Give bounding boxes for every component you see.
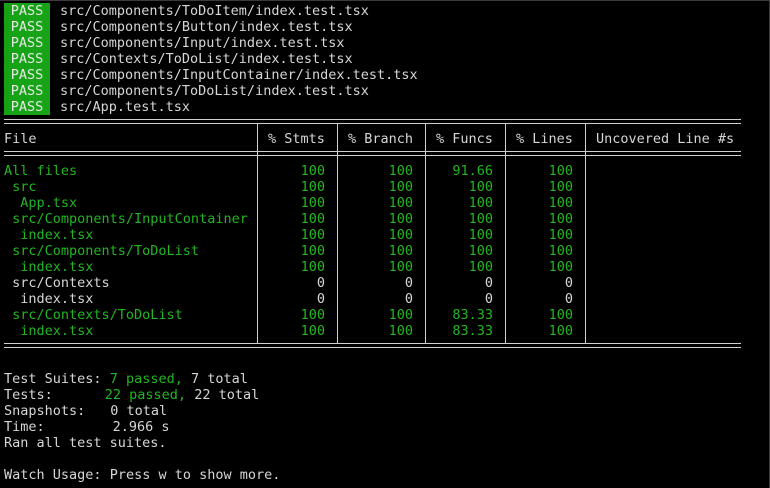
coverage-lines: 100 [548, 179, 573, 195]
pass-badge: PASS [4, 3, 50, 19]
tests-passed: 22 passed, [104, 387, 187, 403]
test-file-path: src/Contexts/ToDoList/index.test.tsx [60, 51, 353, 67]
column-header[interactable]: File [4, 131, 37, 147]
coverage-branch: 100 [388, 195, 413, 211]
coverage-branch: 0 [404, 275, 413, 291]
pass-badge: PASS [4, 99, 50, 115]
test-file-path: src/Components/Button/index.test.tsx [60, 19, 353, 35]
coverage-lines: 100 [548, 243, 573, 259]
coverage-file: src/Components/ToDoList [4, 243, 200, 259]
coverage-funcs: 100 [468, 227, 493, 243]
coverage-file: index.tsx [4, 227, 94, 243]
coverage-file: index.tsx [4, 259, 94, 275]
coverage-branch: 0 [404, 291, 413, 307]
column-header[interactable]: % Stmts [268, 131, 325, 147]
coverage-lines: 100 [548, 259, 573, 275]
column-divider [585, 123, 586, 343]
coverage-lines: 100 [548, 307, 573, 323]
coverage-branch: 100 [388, 307, 413, 323]
summary-time: Time: 2.966 s [4, 419, 170, 435]
coverage-branch: 100 [388, 243, 413, 259]
coverage-funcs: 100 [468, 259, 493, 275]
coverage-lines: 100 [548, 227, 573, 243]
test-file-path: src/App.test.tsx [60, 99, 191, 115]
suites-label: Test Suites: [4, 371, 102, 387]
coverage-stmts: 100 [300, 259, 325, 275]
column-divider [337, 123, 338, 343]
column-header[interactable]: Uncovered Line #s [596, 131, 734, 147]
coverage-branch: 100 [388, 227, 413, 243]
snapshots-label: Snapshots: [4, 403, 86, 419]
coverage-branch: 100 [388, 323, 413, 339]
coverage-lines: 0 [564, 291, 573, 307]
suites-passed: 7 passed, [109, 371, 183, 387]
coverage-lines: 0 [564, 275, 573, 291]
test-file-path: src/Components/InputContainer/index.test… [60, 67, 418, 83]
coverage-funcs: 83.33 [452, 323, 493, 339]
pass-badge: PASS [4, 67, 50, 83]
time-label: Time: [4, 419, 45, 435]
suites-total: 7 total [190, 371, 248, 387]
coverage-funcs: 0 [484, 291, 493, 307]
coverage-funcs: 100 [468, 211, 493, 227]
coverage-funcs: 100 [468, 179, 493, 195]
coverage-file: index.tsx [4, 291, 94, 307]
snapshots-value: 0 total [110, 403, 168, 419]
coverage-stmts: 0 [316, 291, 325, 307]
summary-suites: Test Suites: 7 passed, 7 total [4, 371, 248, 387]
coverage-file: All files [4, 163, 78, 179]
coverage-stmts: 100 [300, 179, 325, 195]
coverage-stmts: 100 [300, 307, 325, 323]
coverage-stmts: 100 [300, 195, 325, 211]
coverage-funcs: 83.33 [452, 307, 493, 323]
coverage-lines: 100 [548, 163, 573, 179]
tests-total: 22 total [194, 387, 260, 403]
tests-label: Tests: [4, 387, 53, 403]
coverage-stmts: 100 [300, 163, 325, 179]
coverage-funcs: 0 [484, 275, 493, 291]
coverage-file: index.tsx [4, 323, 94, 339]
coverage-lines: 100 [548, 195, 573, 211]
coverage-lines: 100 [548, 211, 573, 227]
coverage-stmts: 0 [316, 275, 325, 291]
pass-badge: PASS [4, 35, 50, 51]
coverage-branch: 100 [388, 259, 413, 275]
coverage-funcs: 100 [468, 243, 493, 259]
column-header[interactable]: % Funcs [436, 131, 493, 147]
watch-label: Watch Usage: [4, 467, 102, 483]
pass-badge: PASS [4, 19, 50, 35]
terminal-window[interactable]: PASS src/Components/ToDoItem/index.test.t… [0, 0, 770, 488]
coverage-file: App.tsx [4, 195, 78, 211]
coverage-lines: 100 [548, 323, 573, 339]
test-file-path: src/Components/ToDoItem/index.test.tsx [60, 3, 369, 19]
coverage-branch: 100 [388, 179, 413, 195]
column-header[interactable]: % Branch [348, 131, 413, 147]
coverage-branch: 100 [388, 163, 413, 179]
coverage-stmts: 100 [300, 211, 325, 227]
watch-usage: Watch Usage: Press w to show more. [4, 467, 280, 483]
summary-tests: Tests: 22 passed, 22 total [4, 387, 259, 403]
pass-badge: PASS [4, 51, 50, 67]
column-header[interactable]: % Lines [516, 131, 573, 147]
table-bottom-border [4, 343, 741, 348]
watch-hint: Press w to show more. [109, 467, 281, 483]
test-file-path: src/Components/ToDoList/index.test.tsx [60, 83, 369, 99]
coverage-funcs: 100 [468, 195, 493, 211]
test-file-path: src/Components/Input/index.test.tsx [60, 35, 345, 51]
coverage-stmts: 100 [300, 323, 325, 339]
coverage-file: src [4, 179, 37, 195]
coverage-stmts: 100 [300, 227, 325, 243]
summary-snapshots: Snapshots: 0 total [4, 403, 167, 419]
pass-badge: PASS [4, 83, 50, 99]
coverage-file: src/Contexts/ToDoList [4, 307, 183, 323]
coverage-branch: 100 [388, 211, 413, 227]
coverage-stmts: 100 [300, 243, 325, 259]
table-header-border [4, 151, 741, 156]
ran-all-message: Ran all test suites. [4, 435, 167, 451]
coverage-file: src/Contexts [4, 275, 110, 291]
coverage-file: src/Components/InputContainer [4, 211, 248, 227]
coverage-funcs: 91.66 [452, 163, 493, 179]
table-top-border [4, 119, 741, 124]
time-value: 2.966 s [112, 419, 170, 435]
